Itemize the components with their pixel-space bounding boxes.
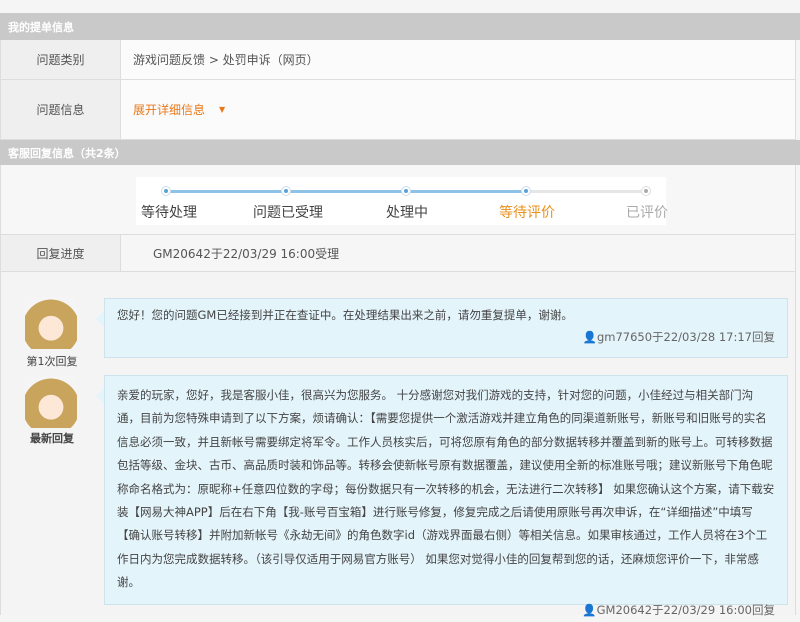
progress-label: 回复进度 [1, 235, 121, 271]
step-awaiting-review: 等待评价 [499, 205, 555, 221]
step-dot [161, 186, 171, 196]
expand-details-text: 展开详细信息 [133, 103, 206, 117]
reply-bubble: 您好！您的问题GM已经接到并正在查证中。在处理结果出来之前，请勿重复提单，谢谢。… [96, 298, 788, 358]
reply-list: 第1次回复 您好！您的问题GM已经接到并正在查证中。在处理结果出来之前，请勿重复… [0, 272, 796, 617]
step-dot [641, 186, 651, 196]
step-processing: 处理中 [386, 205, 428, 221]
reply-signature: gm77650于22/03/28 17:17回复 [596, 330, 775, 344]
latest-reply-label: 最新回复 [30, 432, 74, 445]
reply-text: 您好！您的问题GM已经接到并正在查证中。在处理结果出来之前，请勿重复提单，谢谢。 [117, 308, 573, 322]
ticket-section-header: 我的提单信息 [0, 13, 800, 40]
user-icon: 👤 [582, 330, 597, 344]
category-label: 问题类别 [1, 40, 121, 79]
expand-details-link[interactable]: 展开详细信息 ▼ [121, 80, 795, 139]
info-label: 问题信息 [1, 80, 121, 139]
step-waiting: 等待处理 [141, 205, 197, 221]
category-row: 问题类别 游戏问题反馈 > 处罚申诉（网页） [0, 40, 796, 80]
info-row: 问题信息 展开详细信息 ▼ [0, 80, 796, 140]
gm-avatar [25, 376, 77, 428]
category-value: 游戏问题反馈 > 处罚申诉（网页） [133, 53, 319, 67]
gm-avatar [25, 297, 77, 349]
step-accepted: 问题已受理 [253, 205, 323, 221]
step-dot [521, 186, 531, 196]
progress-tracker: 等待处理 问题已受理 处理中 等待评价 已评价 [0, 165, 796, 235]
caret-down-icon: ▼ [219, 105, 226, 114]
progress-line-pending [526, 190, 646, 193]
step-dot [281, 186, 291, 196]
progress-line-done [166, 190, 526, 193]
step-reviewed: 已评价 [626, 205, 668, 221]
reply-count-label: 第1次回复 [26, 355, 78, 368]
reply-text: 亲爱的玩家，您好，我是客服小佳，很高兴为您服务。 十分感谢您对我们游戏的支持，针… [117, 388, 775, 590]
step-dot [401, 186, 411, 196]
reply-section-header: 客服回复信息（共2条） [0, 140, 800, 165]
reply-bubble: 亲爱的玩家，您好，我是客服小佳，很高兴为您服务。 十分感谢您对我们游戏的支持，针… [96, 375, 788, 617]
progress-value: GM20642于22/03/29 16:00受理 [153, 246, 340, 261]
progress-row: 回复进度 GM20642于22/03/29 16:00受理 [0, 235, 796, 272]
